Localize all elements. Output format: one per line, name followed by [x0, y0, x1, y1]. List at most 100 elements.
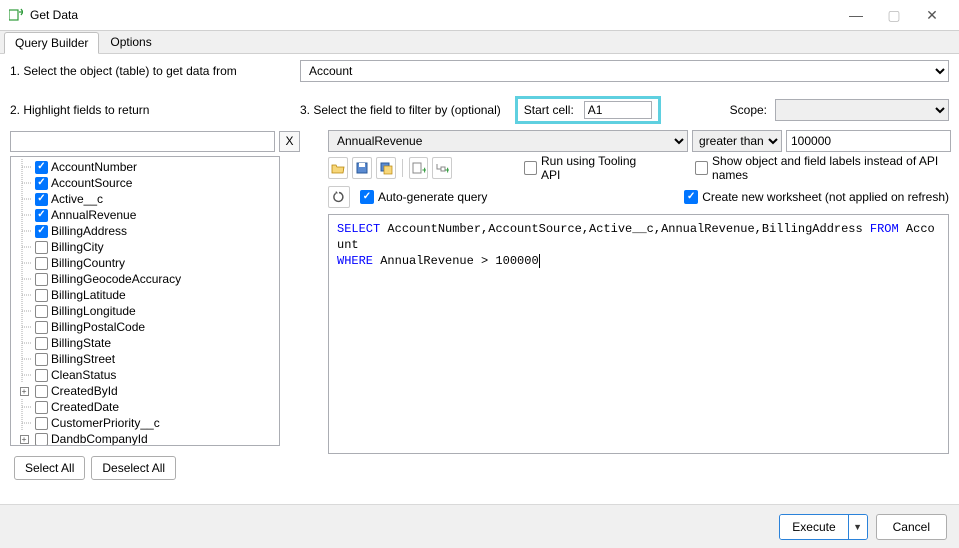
field-label: BillingPostalCode — [51, 319, 145, 335]
field-label: BillingLatitude — [51, 287, 126, 303]
filter-value-input[interactable] — [786, 130, 951, 152]
app-icon — [8, 7, 24, 23]
query-editor[interactable]: SELECT AccountNumber,AccountSource,Activ… — [328, 214, 949, 454]
tab-bar: Query Builder Options — [0, 30, 959, 54]
select-all-button[interactable]: Select All — [14, 456, 85, 480]
save-as-icon[interactable] — [376, 157, 396, 179]
tree-item[interactable]: BillingLatitude — [11, 287, 279, 303]
tree-item[interactable]: CleanStatus — [11, 367, 279, 383]
scope-label: Scope: — [730, 103, 767, 117]
field-checkbox[interactable] — [35, 401, 48, 414]
field-checkbox[interactable] — [35, 337, 48, 350]
footer-bar: Execute ▼ Cancel — [0, 504, 959, 548]
field-label: CustomerPriority__c — [51, 415, 160, 431]
scope-select[interactable] — [775, 99, 949, 121]
tree-item[interactable]: BillingCity — [11, 239, 279, 255]
tree-item[interactable]: BillingStreet — [11, 351, 279, 367]
field-label: BillingAddress — [51, 223, 127, 239]
expand-icon[interactable]: + — [20, 435, 29, 444]
step1-label: 1. Select the object (table) to get data… — [10, 64, 300, 78]
step2-label: 2. Highlight fields to return — [10, 103, 300, 117]
tree-item[interactable]: + DandbCompanyId — [11, 431, 279, 446]
run-tooling-checkbox[interactable] — [524, 161, 537, 175]
tree-item[interactable]: CustomerPriority__c — [11, 415, 279, 431]
create-worksheet-checkbox[interactable] — [684, 190, 698, 204]
fields-filter-input[interactable] — [10, 131, 275, 152]
save-icon[interactable] — [352, 157, 372, 179]
field-checkbox[interactable] — [35, 289, 48, 302]
field-checkbox[interactable] — [35, 177, 48, 190]
tree-item[interactable]: BillingState — [11, 335, 279, 351]
field-label: BillingLongitude — [51, 303, 136, 319]
field-label: BillingStreet — [51, 351, 115, 367]
tree-item[interactable]: AnnualRevenue — [11, 207, 279, 223]
field-label: BillingGeocodeAccuracy — [51, 271, 181, 287]
start-cell-label: Start cell: — [524, 103, 574, 117]
field-checkbox[interactable] — [35, 321, 48, 334]
field-label: CreatedDate — [51, 399, 119, 415]
object-select[interactable]: Account — [300, 60, 949, 82]
field-checkbox[interactable] — [35, 193, 48, 206]
field-checkbox[interactable] — [35, 417, 48, 430]
field-label: CreatedById — [51, 383, 118, 399]
field-label: BillingCity — [51, 239, 104, 255]
field-checkbox[interactable] — [35, 273, 48, 286]
field-checkbox[interactable] — [35, 161, 48, 174]
tree-item[interactable]: BillingLongitude — [11, 303, 279, 319]
auto-generate-label: Auto-generate query — [378, 190, 487, 204]
close-button[interactable]: ✕ — [913, 2, 951, 28]
execute-button-group: Execute ▼ — [779, 514, 867, 540]
field-checkbox[interactable] — [35, 209, 48, 222]
refresh-icon[interactable] — [328, 186, 350, 208]
cancel-button[interactable]: Cancel — [876, 514, 947, 540]
svg-text:+: + — [422, 165, 426, 175]
start-cell-input[interactable] — [584, 101, 652, 119]
open-icon[interactable] — [328, 157, 348, 179]
field-checkbox[interactable] — [35, 225, 48, 238]
tree-item[interactable]: Active__c — [11, 191, 279, 207]
add-child-icon[interactable]: + — [432, 157, 452, 179]
tree-item[interactable]: BillingGeocodeAccuracy — [11, 271, 279, 287]
titlebar: Get Data — ▢ ✕ — [0, 0, 959, 30]
field-checkbox[interactable] — [35, 369, 48, 382]
field-checkbox[interactable] — [35, 241, 48, 254]
expand-icon[interactable]: + — [20, 387, 29, 396]
window-title: Get Data — [30, 8, 837, 22]
show-labels-label: Show object and field labels instead of … — [712, 154, 949, 182]
field-checkbox[interactable] — [35, 257, 48, 270]
filter-operator-select[interactable]: greater than — [692, 130, 782, 152]
tab-options[interactable]: Options — [99, 31, 162, 53]
tree-item[interactable]: BillingCountry — [11, 255, 279, 271]
execute-button[interactable]: Execute — [780, 515, 848, 539]
fields-tree[interactable]: AccountNumberAccountSourceActive__cAnnua… — [10, 156, 280, 446]
field-label: CleanStatus — [51, 367, 116, 383]
tree-item[interactable]: CreatedDate — [11, 399, 279, 415]
field-checkbox[interactable] — [35, 305, 48, 318]
minimize-button[interactable]: — — [837, 2, 875, 28]
field-checkbox[interactable] — [35, 385, 48, 398]
tab-query-builder[interactable]: Query Builder — [4, 32, 99, 54]
deselect-all-button[interactable]: Deselect All — [91, 456, 176, 480]
run-tooling-label: Run using Tooling API — [541, 154, 645, 182]
tree-item[interactable]: BillingPostalCode — [11, 319, 279, 335]
add-field-icon[interactable]: + — [409, 157, 429, 179]
tree-item[interactable]: BillingAddress — [11, 223, 279, 239]
field-label: AnnualRevenue — [51, 207, 136, 223]
clear-filter-button[interactable]: X — [279, 131, 300, 152]
auto-generate-checkbox[interactable] — [360, 190, 374, 204]
tree-item[interactable]: AccountSource — [11, 175, 279, 191]
execute-dropdown[interactable]: ▼ — [849, 515, 867, 539]
maximize-button[interactable]: ▢ — [875, 2, 913, 28]
field-label: DandbCompanyId — [51, 431, 148, 446]
svg-text:+: + — [445, 165, 449, 175]
start-cell-highlight: Start cell: — [515, 96, 661, 124]
field-label: BillingCountry — [51, 255, 125, 271]
filter-field-select[interactable]: AnnualRevenue — [328, 130, 688, 152]
step3-label: 3. Select the field to filter by (option… — [300, 103, 501, 117]
field-checkbox[interactable] — [35, 433, 48, 446]
tree-item[interactable]: + CreatedById — [11, 383, 279, 399]
field-label: AccountSource — [51, 175, 132, 191]
tree-item[interactable]: AccountNumber — [11, 159, 279, 175]
show-labels-checkbox[interactable] — [695, 161, 708, 175]
field-checkbox[interactable] — [35, 353, 48, 366]
